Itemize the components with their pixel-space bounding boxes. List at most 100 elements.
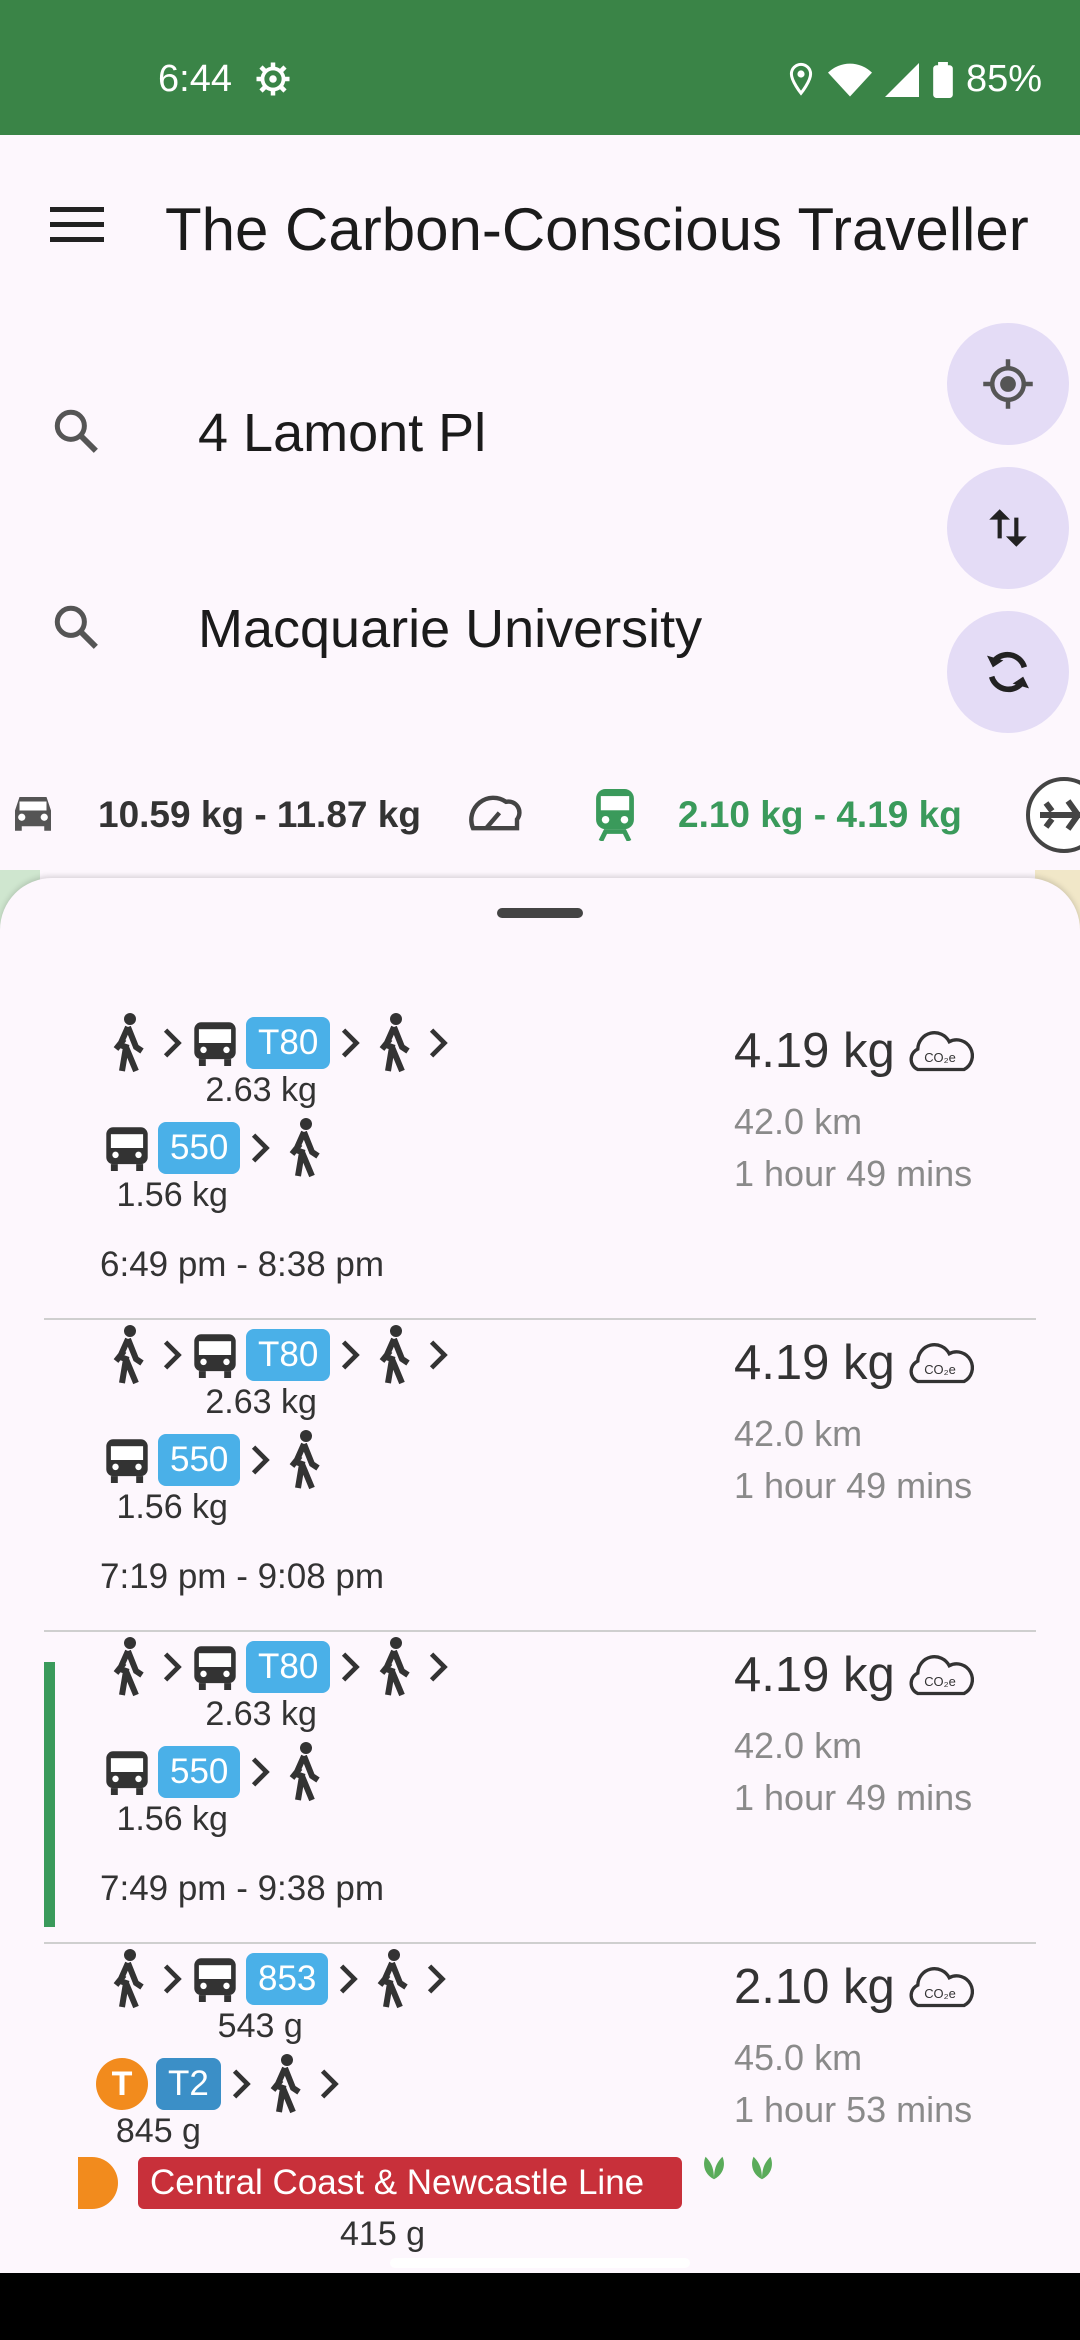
leg-weight: 543 g [217, 2007, 303, 2045]
route-card-2[interactable]: T80 2.63 kg 550 1.56 kg 7:19 pm - 9:08 p… [44, 1325, 1036, 1637]
route-duration: 1 hour 49 mins [734, 1153, 973, 1194]
search-icon [54, 605, 98, 649]
origin-value[interactable]: 4 Lamont Pl [198, 402, 486, 464]
route-card-3-selected[interactable]: T80 2.63 kg 550 1.56 kg 7:49 pm - 9:38 p… [44, 1637, 1036, 1949]
chevron-right-icon [232, 2069, 251, 2099]
drag-handle[interactable] [497, 908, 583, 918]
mode-car[interactable]: 10.59 kg - 11.87 kg [6, 760, 421, 870]
co2-cloud-icon: CO₂e [909, 1967, 974, 2008]
emission-value: 2.10 kg [734, 1960, 895, 2014]
mode-plane[interactable] [1012, 760, 1080, 870]
chevron-right-icon [252, 1133, 271, 1163]
walk-icon [379, 1013, 410, 1073]
time-range: 7:49 pm - 9:38 pm [100, 1869, 385, 1908]
swap-button[interactable] [947, 467, 1069, 589]
route-legs: T80 2.63 kg [104, 1637, 458, 1734]
time-range: 6:49 pm - 8:38 pm [100, 1245, 385, 1284]
refresh-button[interactable] [947, 611, 1069, 733]
mode-motorbike[interactable] [466, 760, 524, 870]
walk-icon [378, 1949, 409, 2009]
route-duration: 1 hour 49 mins [734, 1777, 973, 1818]
chevron-right-icon [342, 1652, 361, 1682]
walk-icon [270, 2054, 301, 2114]
wifi-icon [827, 63, 872, 96]
transit-emission-range: 2.10 kg - 4.19 kg [678, 794, 962, 835]
chevron-right-icon [430, 1028, 449, 1058]
train-icon [596, 789, 634, 841]
routes-bottom-sheet[interactable]: T80 2.63 kg 550 1.56 kg 6:49 pm - 8:38 p… [0, 878, 1080, 2273]
motorbike-icon [469, 795, 522, 831]
chevron-right-icon [430, 1652, 449, 1682]
time-range: 7:19 pm - 9:08 pm [100, 1557, 385, 1596]
walk-icon [379, 1325, 410, 1385]
route-duration: 1 hour 53 mins [734, 2089, 973, 2130]
signal-icon [884, 62, 919, 97]
walk-icon [379, 1637, 410, 1697]
walk-icon [290, 1742, 321, 1802]
route-legs-2: 550 1.56 kg [104, 1430, 328, 1527]
route-badge: 550 [158, 1434, 241, 1486]
route-card-1[interactable]: T80 2.63 kg 550 1.56 kg 6:49 pm - 8:38 p… [44, 1013, 1036, 1325]
bus-icon [194, 1334, 236, 1378]
status-bar: 6:44 85% [0, 0, 1080, 135]
leg-weight: 415 g [340, 2215, 426, 2253]
destination-search-field[interactable]: Macquarie University [0, 568, 940, 688]
bus-icon [194, 1022, 236, 1066]
chevron-right-icon [252, 1445, 271, 1475]
chevron-right-icon [163, 1652, 182, 1682]
chevron-right-icon [163, 1340, 182, 1370]
route-emission: 2.10 kg CO₂e [734, 1959, 977, 2015]
train-operator-icon: T [96, 2058, 148, 2110]
search-icon [54, 409, 98, 453]
leg-weight: 2.63 kg [205, 1695, 317, 1733]
leg-weight: 1.56 kg [116, 1176, 228, 1214]
chevron-right-icon [342, 1028, 361, 1058]
refresh-icon [987, 651, 1029, 693]
route-card-4[interactable]: 853 543 g T T2 845 g Central Coast & New… [44, 1949, 1036, 2261]
navigation-bar [0, 2273, 1080, 2340]
battery-icon [933, 61, 953, 98]
mode-transit[interactable]: 2.10 kg - 4.19 kg [590, 760, 962, 870]
route-badge: 550 [158, 1746, 241, 1798]
route-legs: T80 2.63 kg [104, 1013, 458, 1110]
my-location-icon [983, 359, 1033, 409]
svg-text:CO₂e: CO₂e [924, 1050, 956, 1065]
route-emission: 4.19 kg CO₂e [734, 1023, 977, 1079]
chevron-right-icon [163, 1964, 182, 1994]
home-gesture-pill[interactable] [390, 2258, 690, 2268]
car-icon [15, 797, 51, 831]
leg-weight: 845 g [115, 2112, 201, 2150]
route-distance: 42.0 km [734, 1725, 863, 1766]
bus-icon [106, 1127, 148, 1171]
location-pin-icon [789, 62, 813, 96]
route-distance: 42.0 km [734, 1413, 863, 1454]
leaf-icon [704, 2156, 724, 2180]
emission-value: 4.19 kg [734, 1648, 895, 1702]
transport-mode-bar: 10.59 kg - 11.87 kg 2.10 kg - 4.19 kg [0, 760, 1080, 870]
route-distance: 45.0 km [734, 2037, 863, 2078]
plane-icon [1026, 777, 1080, 853]
route-badge: T2 [156, 2058, 221, 2110]
route-legs-2: T T2 845 g [96, 2054, 349, 2151]
swap-vert-icon [989, 509, 1027, 547]
settings-gear-icon [256, 62, 290, 96]
divider [44, 1942, 1036, 1944]
app-title: The Carbon-Conscious Traveller [165, 196, 1029, 263]
destination-value[interactable]: Macquarie University [198, 598, 702, 660]
train-operator-icon [78, 2157, 118, 2209]
bus-icon [106, 1439, 148, 1483]
menu-icon[interactable] [50, 205, 104, 245]
train-line-badge: Central Coast & Newcastle Line [138, 2157, 682, 2209]
walk-icon [113, 1637, 144, 1697]
my-location-button[interactable] [947, 323, 1069, 445]
divider [44, 1318, 1036, 1320]
svg-text:CO₂e: CO₂e [924, 1362, 956, 1377]
walk-icon [113, 1013, 144, 1073]
bus-icon [194, 1646, 236, 1690]
chevron-right-icon [252, 1757, 271, 1787]
chevron-right-icon [340, 1964, 359, 1994]
emission-value: 4.19 kg [734, 1336, 895, 1390]
co2-cloud-icon: CO₂e [909, 1343, 974, 1384]
origin-search-field[interactable]: 4 Lamont Pl [0, 372, 940, 492]
route-emission: 4.19 kg CO₂e [734, 1335, 977, 1391]
